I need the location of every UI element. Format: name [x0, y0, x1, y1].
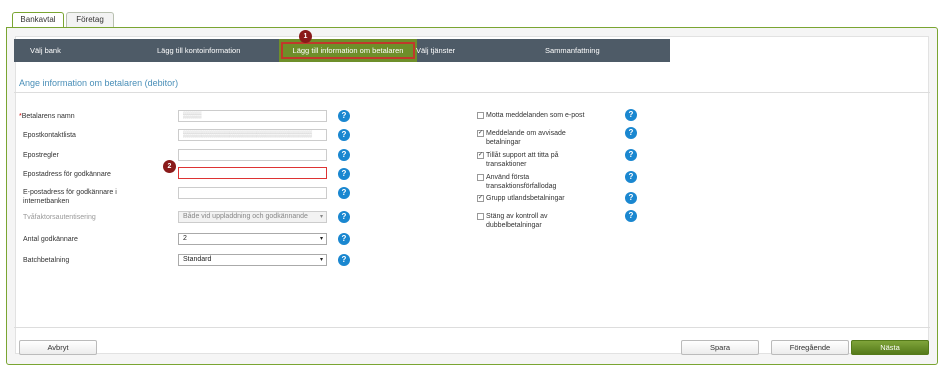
approver-email-input[interactable]	[178, 167, 327, 179]
chevron-down-icon: ▾	[319, 236, 323, 242]
approver-email-label: Epostadress för godkännare	[23, 171, 111, 178]
option-first-due-date-label: Använd första transaktionsförfallodag	[486, 174, 557, 190]
payer-name-label-text: Betalarens namn	[21, 113, 75, 120]
step-sammanfattning[interactable]: Sammanfattning	[545, 39, 655, 62]
help-icon-two-factor[interactable]: ?	[338, 211, 350, 223]
help-icon-rejected-payments[interactable]: ?	[625, 127, 637, 139]
batch-payment-value: Standard	[183, 256, 212, 263]
checkbox-support-view[interactable]: ✓	[477, 152, 484, 159]
help-icon-duplicate-check[interactable]: ?	[625, 210, 637, 222]
help-icon-email-list[interactable]: ?	[338, 129, 350, 141]
marker-1: 1	[299, 30, 312, 43]
help-icon-payer-name[interactable]: ?	[338, 110, 350, 122]
option-email-messages-label: Motta meddelanden som e-post	[486, 112, 585, 119]
wizard-steps: Välj bank Lägg till kontoinformation Läg…	[14, 39, 670, 62]
email-rules-label: Epostregler	[23, 152, 59, 159]
help-icon-approver-count[interactable]: ?	[338, 233, 350, 245]
approver-count-label: Antal godkännare	[23, 236, 78, 243]
two-factor-label: Tvåfaktorsautentisering	[23, 214, 96, 221]
previous-button[interactable]: Föregående	[771, 340, 849, 355]
checkbox-first-due-date[interactable]	[477, 174, 484, 181]
check-icon: ✓	[478, 195, 484, 201]
two-factor-value: Både vid uppladdning och godkännande	[183, 213, 308, 220]
step-kontoinformation[interactable]: Lägg till kontoinformation	[157, 39, 277, 62]
cancel-button[interactable]: Avbryt	[19, 340, 97, 355]
help-icon-batch-payment[interactable]: ?	[338, 254, 350, 266]
save-button[interactable]: Spara	[681, 340, 759, 355]
approver-count-select[interactable]: 2 ▾	[178, 233, 327, 245]
step-valj-tjanster[interactable]: Välj tjänster	[416, 39, 516, 62]
payer-name-label: *Betalarens namn	[19, 112, 75, 121]
batch-payment-label: Batchbetalning	[23, 257, 70, 264]
email-list-input[interactable]: ▒▒▒▒▒▒▒▒▒▒▒▒▒▒▒▒▒▒▒▒▒▒▒▒▒▒▒▒	[178, 129, 327, 141]
help-icon-first-due-date[interactable]: ?	[625, 171, 637, 183]
email-list-label: Epostkontaktlista	[23, 132, 76, 139]
step-valj-bank[interactable]: Välj bank	[30, 39, 140, 62]
section-title: Ange information om betalaren (debitor)	[19, 78, 179, 88]
option-rejected-payments-label: Meddelande om avvisade betalningar	[486, 130, 566, 146]
help-icon-email-rules[interactable]: ?	[338, 149, 350, 161]
payer-name-input[interactable]: ▒▒▒▒	[178, 110, 327, 122]
option-group-foreign-label: Grupp utlandsbetalningar	[486, 195, 565, 202]
email-rules-input[interactable]	[178, 149, 327, 161]
help-icon-support-view[interactable]: ?	[625, 149, 637, 161]
check-icon: ✓	[478, 152, 484, 158]
chevron-down-icon: ▾	[319, 214, 323, 220]
help-icon-approver-email[interactable]: ?	[338, 168, 350, 180]
checkbox-group-foreign[interactable]: ✓	[477, 195, 484, 202]
help-icon-email-messages[interactable]: ?	[625, 109, 637, 121]
section-divider	[14, 92, 930, 93]
help-icon-approver-email-bank[interactable]: ?	[338, 187, 350, 199]
chevron-down-icon: ▾	[319, 257, 323, 263]
checkbox-duplicate-check[interactable]	[477, 213, 484, 220]
batch-payment-select[interactable]: Standard ▾	[178, 254, 327, 266]
option-duplicate-check-label: Stäng av kontroll av dubbelbetalningar	[486, 213, 548, 229]
check-icon: ✓	[478, 130, 484, 136]
footer-divider	[14, 327, 930, 328]
approver-email-bank-input[interactable]	[178, 187, 327, 199]
approver-email-bank-label: E-postadress för godkännare i internetba…	[23, 189, 117, 205]
two-factor-select: Både vid uppladdning och godkännande ▾	[178, 211, 327, 223]
checkbox-rejected-payments[interactable]: ✓	[477, 130, 484, 137]
marker-2: 2	[163, 160, 176, 173]
next-button[interactable]: Nästa	[851, 340, 929, 355]
checkbox-email-messages[interactable]	[477, 112, 484, 119]
tab-foretag[interactable]: Företag	[66, 12, 114, 28]
help-icon-group-foreign[interactable]: ?	[625, 192, 637, 204]
approver-count-value: 2	[183, 235, 187, 242]
step-betalaren[interactable]: Lägg till information om betalaren	[279, 39, 417, 62]
step-highlight	[281, 42, 415, 59]
option-support-view-label: Tillåt support att titta på transaktione…	[486, 152, 559, 168]
